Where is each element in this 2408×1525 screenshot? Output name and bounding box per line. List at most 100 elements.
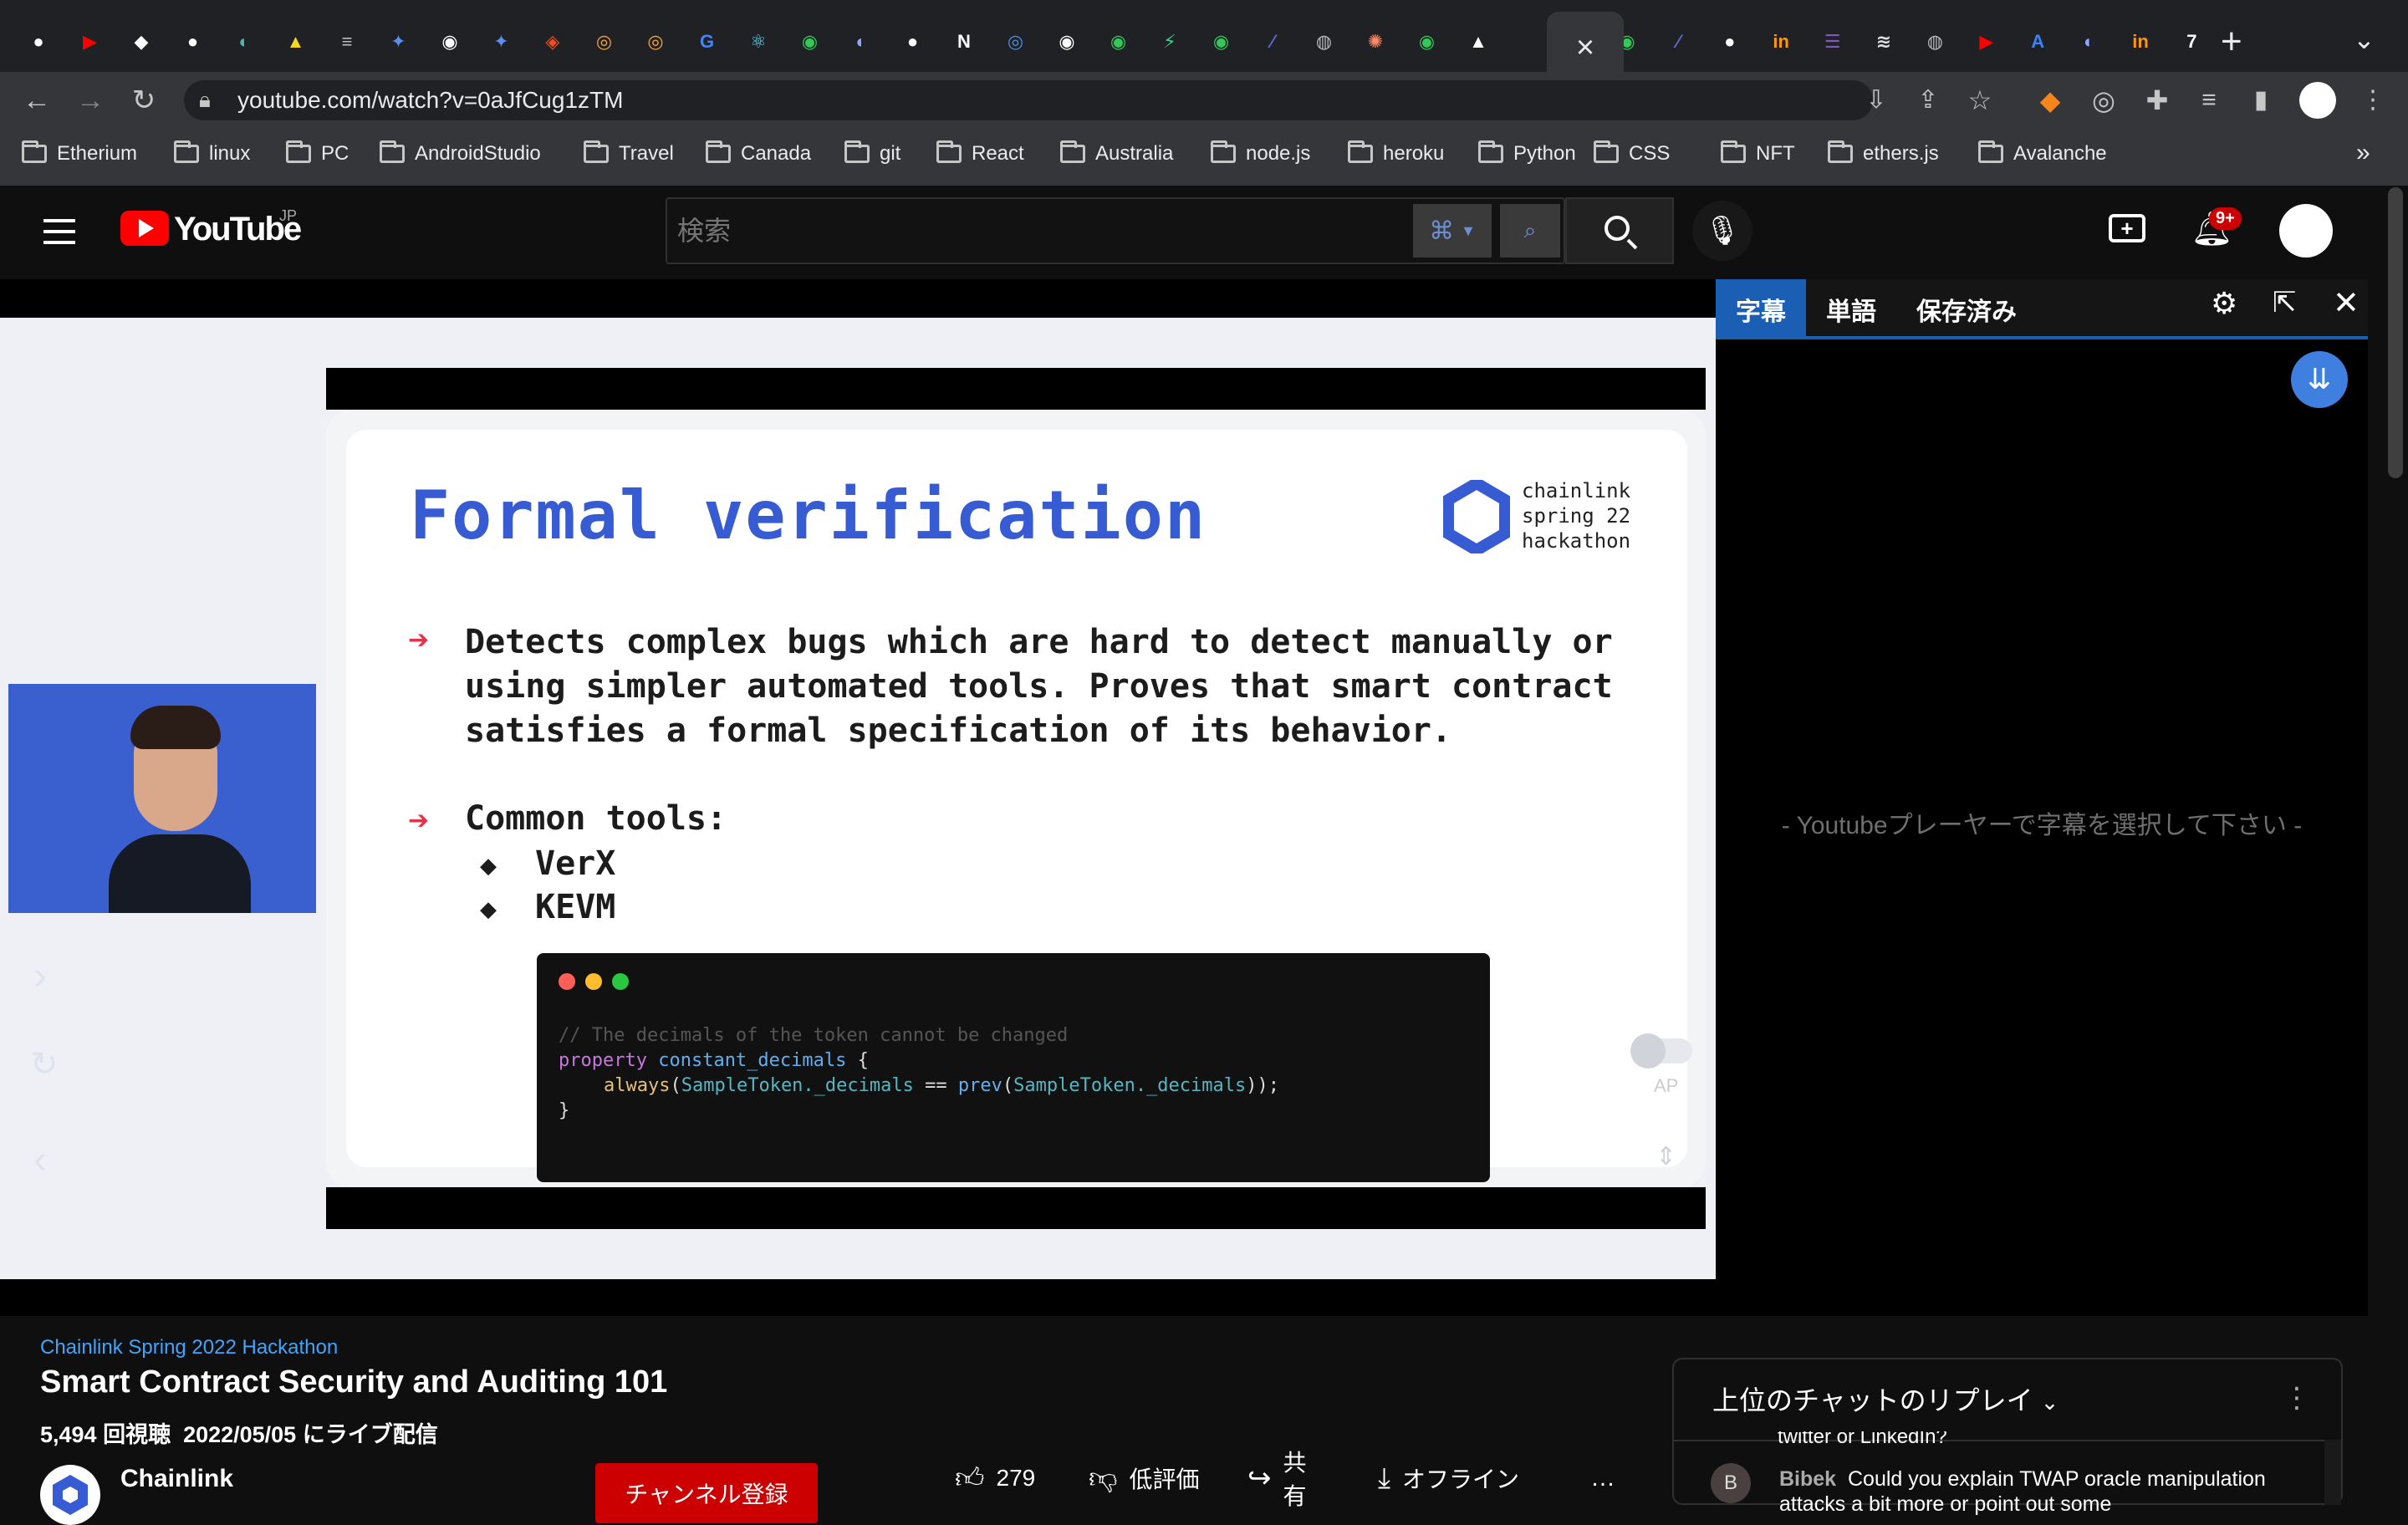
browser-tab[interactable]: ⚛	[735, 18, 782, 65]
chat-scrollbar[interactable]	[2324, 1440, 2341, 1505]
bookmark-folder[interactable]: Python	[1478, 140, 1576, 166]
dislike-button[interactable]: 👎︎ 低評価	[1070, 1451, 1221, 1505]
browser-tab[interactable]: ●	[1707, 18, 1753, 65]
subscribe-button[interactable]: チャンネル登録	[595, 1463, 818, 1523]
popout-icon[interactable]: ⇱	[2273, 286, 2297, 319]
browser-tab[interactable]: N	[941, 18, 987, 65]
bookmark-folder[interactable]: git	[844, 140, 900, 166]
forward-icon[interactable]: →	[72, 84, 109, 117]
bookmark-folder[interactable]: Travel	[584, 140, 674, 166]
browser-tab[interactable]: ◉	[1404, 18, 1451, 65]
tab-subtitles[interactable]: 字幕	[1716, 279, 1806, 339]
bookmark-folder[interactable]: heroku	[1348, 140, 1444, 166]
browser-tab[interactable]: ◆	[118, 18, 165, 65]
browser-tab[interactable]: ◎	[992, 18, 1039, 65]
browser-tab[interactable]: ◎	[581, 18, 628, 65]
expand-icon[interactable]: ⇕	[1656, 1142, 1676, 1171]
search-input[interactable]	[677, 211, 1396, 251]
channel-name[interactable]: Chainlink	[120, 1465, 233, 1493]
browser-tab[interactable]: ●	[170, 18, 217, 65]
voice-search-button[interactable]: 🎙︎	[1692, 201, 1752, 261]
browser-tab[interactable]: ✺	[1352, 18, 1399, 65]
url-text[interactable]: youtube.com/watch?v=0aJfCug1zTM	[237, 85, 623, 115]
browser-tab[interactable]: ▶	[1963, 18, 2010, 65]
browser-tab[interactable]: ✦	[375, 18, 422, 65]
browser-tab[interactable]: ≋	[1860, 18, 1907, 65]
browser-tab[interactable]: ◉	[787, 18, 834, 65]
lock-icon[interactable]: 🔒︎	[199, 87, 211, 114]
tab-words[interactable]: 単語	[1806, 279, 1896, 339]
share-page-icon[interactable]: ⇪	[1910, 84, 1946, 117]
cc-search-extension-button[interactable]: ⌕	[1500, 204, 1560, 258]
bookmark-folder[interactable]: PC	[286, 140, 349, 166]
browser-tab[interactable]: ✦	[478, 18, 525, 65]
extension-target-icon[interactable]: ◎	[2085, 84, 2122, 117]
browser-tab[interactable]: 7	[2168, 18, 2215, 65]
settings-gear-icon[interactable]: ⚙	[2211, 286, 2237, 321]
collapse-button[interactable]: ⇊	[2291, 351, 2348, 408]
bookmark-star-icon[interactable]: ☆	[1962, 84, 1998, 117]
browser-tab[interactable]: A	[2014, 18, 2061, 65]
new-tab-icon[interactable]: +	[2221, 22, 2242, 62]
replay-icon[interactable]: ↻	[30, 1045, 59, 1084]
close-tab-icon[interactable]: ×	[1576, 30, 1594, 66]
bookmark-folder[interactable]: NFT	[1721, 140, 1795, 166]
more-bookmarks-icon[interactable]: »	[2356, 139, 2370, 167]
like-button[interactable]: 👍︎ 279	[936, 1451, 1062, 1505]
browser-tab[interactable]: ◍	[1911, 18, 1958, 65]
bookmark-folder[interactable]: Australia	[1060, 140, 1173, 166]
bookmark-folder[interactable]: React	[936, 140, 1024, 166]
bookmark-folder[interactable]: linux	[174, 140, 250, 166]
media-control-icon[interactable]: ≡	[2191, 84, 2227, 117]
browser-tab[interactable]: ●	[890, 18, 936, 65]
browser-tab[interactable]: ◉	[1198, 18, 1245, 65]
prev-chevron-icon[interactable]: ‹	[33, 1137, 47, 1183]
install-icon[interactable]: ⇩	[1858, 84, 1895, 117]
metamask-icon[interactable]: ◆	[2032, 84, 2069, 117]
bookmark-folder[interactable]: Avalanche	[1978, 140, 2107, 166]
browser-tab[interactable]: ◉	[1043, 18, 1090, 65]
account-avatar[interactable]	[2279, 204, 2333, 258]
browser-tab[interactable]: ▲	[273, 18, 319, 65]
profile-avatar[interactable]	[2299, 82, 2336, 119]
create-video-icon[interactable]: +	[2109, 214, 2145, 242]
browser-tab[interactable]: ⁄	[1655, 18, 1701, 65]
browser-tab[interactable]: G	[684, 18, 731, 65]
extensions-puzzle-icon[interactable]: ✚	[2139, 84, 2176, 117]
bookmark-folder[interactable]: CSS	[1594, 140, 1670, 166]
playlist-link[interactable]: Chainlink Spring 2022 Hackathon	[40, 1336, 338, 1359]
browser-tab[interactable]: ◐	[838, 18, 885, 65]
browser-tab[interactable]: ⁄	[1249, 18, 1296, 65]
browser-tab[interactable]: in	[2117, 18, 2164, 65]
bookmark-folder[interactable]: ethers.js	[1828, 140, 1939, 166]
search-button[interactable]	[1565, 197, 1674, 264]
browser-tab[interactable]: ◍	[1301, 18, 1348, 65]
browser-tab[interactable]: in	[1758, 18, 1804, 65]
autoplay-toggle-knob[interactable]	[1630, 1033, 1666, 1069]
close-panel-icon[interactable]: ✕	[2333, 284, 2360, 322]
browser-tab[interactable]: ◉	[1095, 18, 1142, 65]
page-scrollbar-thumb[interactable]	[2388, 187, 2403, 478]
bookmark-folder[interactable]: Etherium	[22, 140, 137, 166]
back-icon[interactable]: ←	[18, 84, 55, 117]
browser-tab[interactable]: ▶	[67, 18, 114, 65]
browser-tab[interactable]: ●	[15, 18, 62, 65]
channel-avatar[interactable]	[40, 1465, 100, 1525]
tab-saved[interactable]: 保存済み	[1900, 279, 2033, 339]
youtube-logo-icon[interactable]	[120, 211, 169, 246]
offline-download-button[interactable]: ⤓ オフライン	[1360, 1451, 1552, 1505]
share-button[interactable]: ↪ 共有	[1229, 1450, 1346, 1509]
browser-tab[interactable]: ◎	[632, 18, 679, 65]
browser-tab[interactable]: ◉	[426, 18, 473, 65]
bookmark-folder[interactable]: Canada	[706, 140, 811, 166]
browser-tab[interactable]: ☰	[1809, 18, 1856, 65]
browser-tab[interactable]: ◐	[221, 18, 268, 65]
translate-extension-button[interactable]: ⌘ ▼	[1413, 204, 1492, 258]
browser-tab[interactable]: ◈	[529, 18, 576, 65]
side-panel-icon[interactable]: ▮	[2242, 84, 2279, 117]
browser-tab[interactable]: ◐	[2066, 18, 2113, 65]
hamburger-menu-icon[interactable]	[43, 219, 75, 244]
browser-tab[interactable]: ▲	[1455, 18, 1502, 65]
chat-menu-icon[interactable]: ⋮	[2283, 1381, 2311, 1415]
tab-search-chevron-icon[interactable]: ⌄	[2353, 23, 2375, 55]
